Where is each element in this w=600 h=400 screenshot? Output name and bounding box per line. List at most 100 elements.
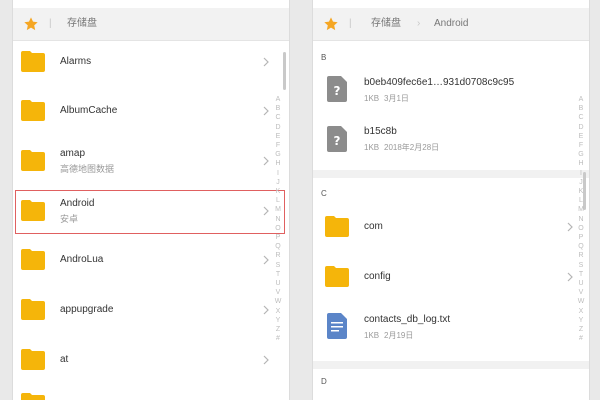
index-letter[interactable]: P [575,233,587,242]
chevron-right-icon [263,106,269,116]
folder-row-amap[interactable]: amap 高德地图数据 [13,136,289,186]
chevron-right-icon [263,305,269,315]
index-letter[interactable]: E [272,132,284,141]
chevron-right-icon [263,57,269,67]
index-letter[interactable]: C [575,113,587,122]
index-letter[interactable]: S [575,261,587,270]
index-letter[interactable]: L [575,196,587,205]
index-letter[interactable]: G [575,150,587,159]
file-row[interactable]: ? b0eb409fec6e1…931d0708c9c95 1KB 3月1日 [313,64,589,114]
index-letter[interactable]: P [272,233,284,242]
index-letter[interactable]: F [575,141,587,150]
index-letter[interactable]: G [272,150,284,159]
index-letter[interactable]: W [272,297,284,306]
index-letter[interactable]: X [272,307,284,316]
breadcrumb-item-android[interactable]: Android [434,16,468,32]
index-letter[interactable]: M [575,205,587,214]
alphabet-index[interactable]: A B C D E F G H I J K L M N O P Q R S T U V W X Y Z # [575,95,587,343]
index-letter[interactable]: Y [575,316,587,325]
breadcrumb-item-storage[interactable]: 存储盘 [371,16,401,32]
section-header-c: C [321,189,327,198]
index-letter[interactable]: K [272,187,284,196]
scrollbar-thumb[interactable] [283,52,286,90]
index-letter[interactable]: E [575,132,587,141]
index-letter[interactable]: I [272,169,284,178]
folder-row-at[interactable]: at [13,335,289,385]
breadcrumb-item-storage[interactable]: 存储盘 [67,16,97,32]
section-header-d: D [321,377,327,386]
folder-row-appupgrade[interactable]: appupgrade [13,285,289,335]
star-icon[interactable] [23,16,39,32]
folder-name: appupgrade [60,304,114,315]
index-letter[interactable]: H [575,159,587,168]
index-letter[interactable]: M [272,205,284,214]
folder-name: Alarms [60,56,92,67]
index-letter[interactable]: T [575,270,587,279]
index-letter[interactable]: J [272,178,284,187]
alphabet-index[interactable]: A B C D E F G H I J K L M N O P Q R S T U V W X Y Z # [272,95,284,343]
file-date: 2月19日 [384,331,414,340]
index-letter[interactable]: T [272,270,284,279]
index-letter[interactable]: O [272,224,284,233]
folder-icon [325,216,349,237]
folder-icon [325,266,349,287]
index-letter[interactable]: S [272,261,284,270]
index-letter[interactable]: U [272,279,284,288]
index-letter[interactable]: F [272,141,284,150]
folder-icon [21,150,45,171]
left-file-panel: | 存储盘 Alarms AlbumCache amap 高德地图数据 Andr… [12,0,290,400]
folder-icon [21,100,45,121]
index-letter[interactable]: Q [272,242,284,251]
index-letter[interactable]: V [575,288,587,297]
index-letter[interactable]: I [575,169,587,178]
index-letter[interactable]: B [272,104,284,113]
index-letter[interactable]: B [575,104,587,113]
text-file-icon [327,313,347,339]
star-icon[interactable] [323,16,339,32]
index-letter[interactable]: C [272,113,284,122]
index-letter[interactable]: K [575,187,587,196]
chevron-right-icon [263,156,269,166]
index-letter[interactable]: # [272,334,284,343]
index-letter[interactable]: Z [575,325,587,334]
folder-row-com[interactable]: com [313,203,589,253]
index-letter[interactable]: Z [272,325,284,334]
file-name: contacts_db_log.txt [364,314,451,325]
folder-name: at [60,354,69,365]
folder-name: amap [60,148,86,159]
folder-icon [21,299,45,320]
index-letter[interactable]: R [575,251,587,260]
index-letter[interactable]: # [575,334,587,343]
folder-name: AlbumCache [60,105,118,116]
index-letter[interactable]: J [575,178,587,187]
index-letter[interactable]: O [575,224,587,233]
index-letter[interactable]: N [575,215,587,224]
index-letter[interactable]: A [272,95,284,104]
index-letter[interactable]: D [575,123,587,132]
file-size: 1KB [364,143,380,152]
file-row[interactable]: ? b15c8b 1KB 2018年2月28日 [313,112,589,162]
index-letter[interactable]: A [575,95,587,104]
index-letter[interactable]: Y [272,316,284,325]
index-letter[interactable]: N [272,215,284,224]
index-letter[interactable]: D [272,123,284,132]
file-row[interactable]: contacts_db_log.txt 1KB 2月19日 [313,303,589,353]
index-letter[interactable]: L [272,196,284,205]
folder-row-androlua[interactable]: AndroLua [13,235,289,285]
index-letter[interactable]: H [272,159,284,168]
index-letter[interactable]: X [575,307,587,316]
file-name: b0eb409fec6e1…931d0708c9c95 [364,77,515,88]
folder-icon [21,249,45,270]
chevron-right-icon [263,255,269,265]
index-letter[interactable]: Q [575,242,587,251]
index-letter[interactable]: U [575,279,587,288]
file-size: 1KB [364,94,380,103]
folder-row-alarms[interactable]: Alarms [13,37,289,87]
file-name: b15c8b [364,126,397,137]
unknown-file-icon: ? [327,126,347,152]
index-letter[interactable]: V [272,288,284,297]
index-letter[interactable]: R [272,251,284,260]
folder-row-albumcache[interactable]: AlbumCache [13,86,289,136]
folder-row-config[interactable]: config [313,253,589,303]
index-letter[interactable]: W [575,297,587,306]
